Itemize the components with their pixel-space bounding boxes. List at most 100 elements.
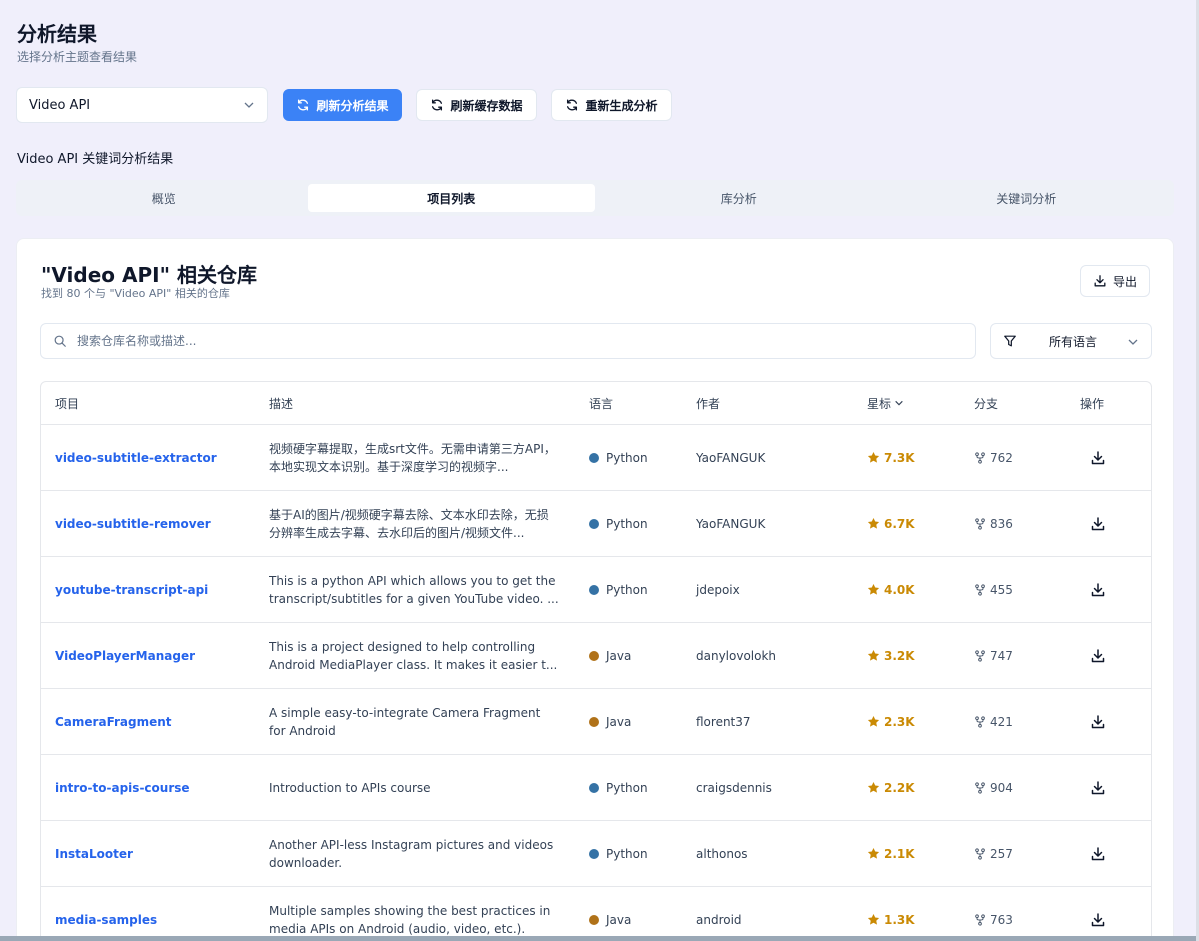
repo-language: Java — [589, 715, 631, 729]
export-label: 导出 — [1112, 274, 1137, 289]
table-row: youtube-transcript-api This is a python … — [41, 557, 1151, 623]
forks-count: 421 — [990, 714, 1013, 729]
language-label: Java — [606, 714, 632, 729]
refresh-icon — [567, 99, 578, 111]
stars-count: 2.1K — [884, 846, 915, 861]
repo-language: Python — [589, 847, 648, 861]
repo-author: althonos — [696, 846, 748, 861]
tab-project-list[interactable]: 项目列表 — [307, 184, 595, 212]
repo-author: florent37 — [696, 714, 751, 729]
repositories-card: "Video API" 相关仓库 找到 80 个与 "Video API" 相关… — [16, 238, 1174, 941]
regenerate-label: 重新生成分析 — [585, 98, 658, 113]
table-row: InstaLooter Another API-less Instagram p… — [41, 821, 1151, 887]
header-language: 语言 — [589, 396, 614, 411]
download-icon[interactable] — [1090, 912, 1106, 928]
download-icon[interactable] — [1090, 516, 1106, 532]
repo-author: android — [696, 912, 742, 927]
repo-name-link[interactable]: video-subtitle-remover — [55, 517, 211, 531]
table-row: video-subtitle-extractor 视频硬字幕提取，生成srt文件… — [41, 425, 1151, 491]
chevron-down-icon — [895, 400, 903, 406]
repo-forks: 836 — [974, 517, 1013, 531]
star-icon — [867, 913, 880, 925]
star-icon — [867, 781, 880, 793]
refresh-icon — [298, 99, 309, 111]
stars-count: 1.3K — [884, 912, 915, 927]
page-subtitle: 选择分析主题查看结果 — [17, 50, 138, 64]
chevron-down-icon — [1128, 339, 1138, 345]
stars-count: 6.7K — [884, 516, 915, 531]
topic-select[interactable]: Video API — [16, 87, 268, 123]
export-button[interactable]: 导出 — [1080, 265, 1150, 297]
repo-author: YaoFANGUK — [696, 450, 766, 465]
tab-keyword-analysis[interactable]: 关键词分析 — [883, 184, 1171, 212]
search-bar — [40, 323, 976, 359]
header-actions: 操作 — [1080, 396, 1105, 411]
repo-stars: 3.2K — [867, 649, 915, 663]
download-icon[interactable] — [1090, 780, 1106, 796]
repo-name-link[interactable]: VideoPlayerManager — [55, 649, 195, 663]
topic-select-value: Video API — [29, 97, 91, 113]
download-icon[interactable] — [1090, 582, 1106, 598]
search-icon — [54, 335, 66, 347]
language-label: Java — [606, 648, 632, 663]
language-label: Python — [606, 846, 648, 861]
refresh-cache-button[interactable]: 刷新缓存数据 — [416, 89, 537, 121]
repo-name-link[interactable]: InstaLooter — [55, 847, 133, 861]
download-icon[interactable] — [1090, 714, 1106, 730]
fork-icon — [975, 847, 985, 860]
repo-name-link[interactable]: intro-to-apis-course — [55, 781, 190, 795]
bottom-scrollbar — [0, 936, 1199, 941]
language-label: Python — [606, 582, 648, 597]
fork-icon — [975, 715, 985, 728]
stars-count: 3.2K — [884, 648, 915, 663]
tab-library-analysis[interactable]: 库分析 — [595, 184, 883, 212]
repo-stars: 4.0K — [867, 583, 915, 597]
fork-icon — [975, 517, 985, 530]
star-icon — [867, 715, 880, 727]
repo-description: A simple easy-to-integrate Camera Fragme… — [269, 705, 541, 738]
repo-name-link[interactable]: youtube-transcript-api — [55, 583, 208, 597]
language-dot — [589, 584, 599, 595]
header-project: 项目 — [55, 396, 80, 411]
forks-count: 763 — [990, 912, 1013, 927]
header-stars-sort[interactable]: 星标 — [867, 395, 904, 412]
language-label: Python — [606, 516, 648, 531]
download-icon[interactable] — [1090, 450, 1106, 466]
tab-overview[interactable]: 概览 — [20, 184, 308, 212]
forks-count: 904 — [990, 780, 1013, 795]
repo-stars: 2.2K — [867, 781, 915, 795]
language-dot — [589, 650, 599, 661]
language-dot — [589, 782, 599, 793]
forks-count: 257 — [990, 846, 1013, 861]
stars-count: 4.0K — [884, 582, 915, 597]
search-input[interactable] — [77, 334, 957, 348]
forks-count: 762 — [990, 450, 1013, 465]
language-dot — [589, 518, 599, 529]
repo-forks: 762 — [974, 451, 1013, 465]
language-dot — [589, 848, 599, 859]
language-label: Python — [606, 450, 648, 465]
fork-icon — [975, 583, 985, 596]
language-dot — [589, 914, 599, 925]
repo-description: Introduction to APIs course — [269, 780, 431, 795]
repo-author: jdepoix — [696, 582, 740, 597]
repo-stars: 1.3K — [867, 913, 915, 927]
refresh-analysis-button[interactable]: 刷新分析结果 — [283, 89, 402, 121]
repo-name-link[interactable]: video-subtitle-extractor — [55, 451, 217, 465]
language-filter-select[interactable]: 所有语言 — [990, 323, 1152, 359]
repo-forks: 257 — [974, 847, 1013, 861]
download-icon[interactable] — [1090, 648, 1106, 664]
forks-count: 836 — [990, 516, 1013, 531]
repo-description: 基于AI的图片/视频硬字幕去除、文本水印去除，无损分辨率生成去字幕、去水印后的图… — [269, 507, 549, 540]
header-author: 作者 — [696, 396, 721, 411]
repo-description: 视频硬字幕提取，生成srt文件。无需申请第三方API，本地实现文本识别。基于深度… — [269, 441, 556, 474]
regenerate-analysis-button[interactable]: 重新生成分析 — [551, 89, 672, 121]
repo-forks: 455 — [974, 583, 1013, 597]
star-icon — [867, 451, 880, 463]
repo-language: Java — [589, 649, 631, 663]
table-row: CameraFragment A simple easy-to-integrat… — [41, 689, 1151, 755]
repo-name-link[interactable]: CameraFragment — [55, 715, 172, 729]
repo-name-link[interactable]: media-samples — [55, 913, 157, 927]
download-icon[interactable] — [1090, 846, 1106, 862]
stars-count: 7.3K — [884, 450, 915, 465]
